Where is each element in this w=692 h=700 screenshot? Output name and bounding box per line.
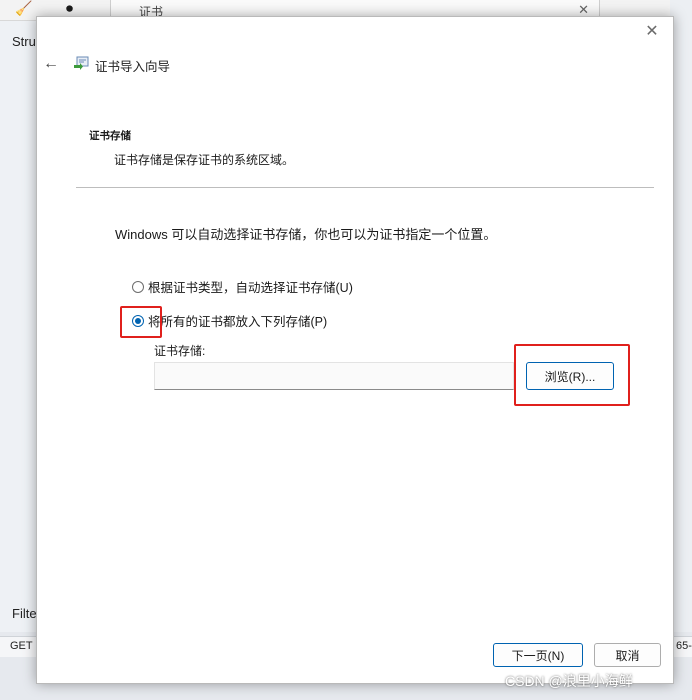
back-arrow-icon[interactable]: ← <box>43 55 59 73</box>
background-text-filter: Filte <box>12 606 37 621</box>
close-icon[interactable]: ✕ <box>643 23 661 41</box>
broom-icon: 🧹 <box>15 0 33 16</box>
auto-select-store-option[interactable]: 根据证书类型，自动选择证书存储(U) <box>132 277 353 296</box>
header-divider <box>76 187 654 188</box>
next-button[interactable]: 下一页(N) <box>493 643 583 667</box>
section-subtitle: 证书存储是保存证书的系统区域。 <box>114 153 295 167</box>
certificate-store-field[interactable] <box>154 362 514 390</box>
wizard-title: 证书导入向导 <box>95 60 171 74</box>
radio-highlight-box <box>120 306 162 338</box>
place-in-store-label: 将所有的证书都放入下列存储(P) <box>148 315 328 329</box>
section-title: 证书存储 <box>89 130 131 142</box>
background-text-right: 65- <box>676 640 692 652</box>
record-icon: ⏺ <box>66 0 73 16</box>
background-text-stru: Stru <box>12 34 36 49</box>
auto-select-label: 根据证书类型，自动选择证书存储(U) <box>148 281 353 295</box>
browse-highlight-box <box>514 344 630 406</box>
background-text-get: GET I <box>10 640 39 652</box>
watermark: CSDN @浪里小海鲜 <box>505 673 633 689</box>
store-label: 证书存储: <box>154 344 206 358</box>
auto-select-radio[interactable] <box>132 280 144 293</box>
cancel-button[interactable]: 取消 <box>594 643 661 667</box>
certificate-wizard-icon <box>74 56 89 70</box>
intro-text: Windows 可以自动选择证书存储，你也可以为证书指定一个位置。 <box>115 227 497 242</box>
background-window-left <box>0 0 37 700</box>
